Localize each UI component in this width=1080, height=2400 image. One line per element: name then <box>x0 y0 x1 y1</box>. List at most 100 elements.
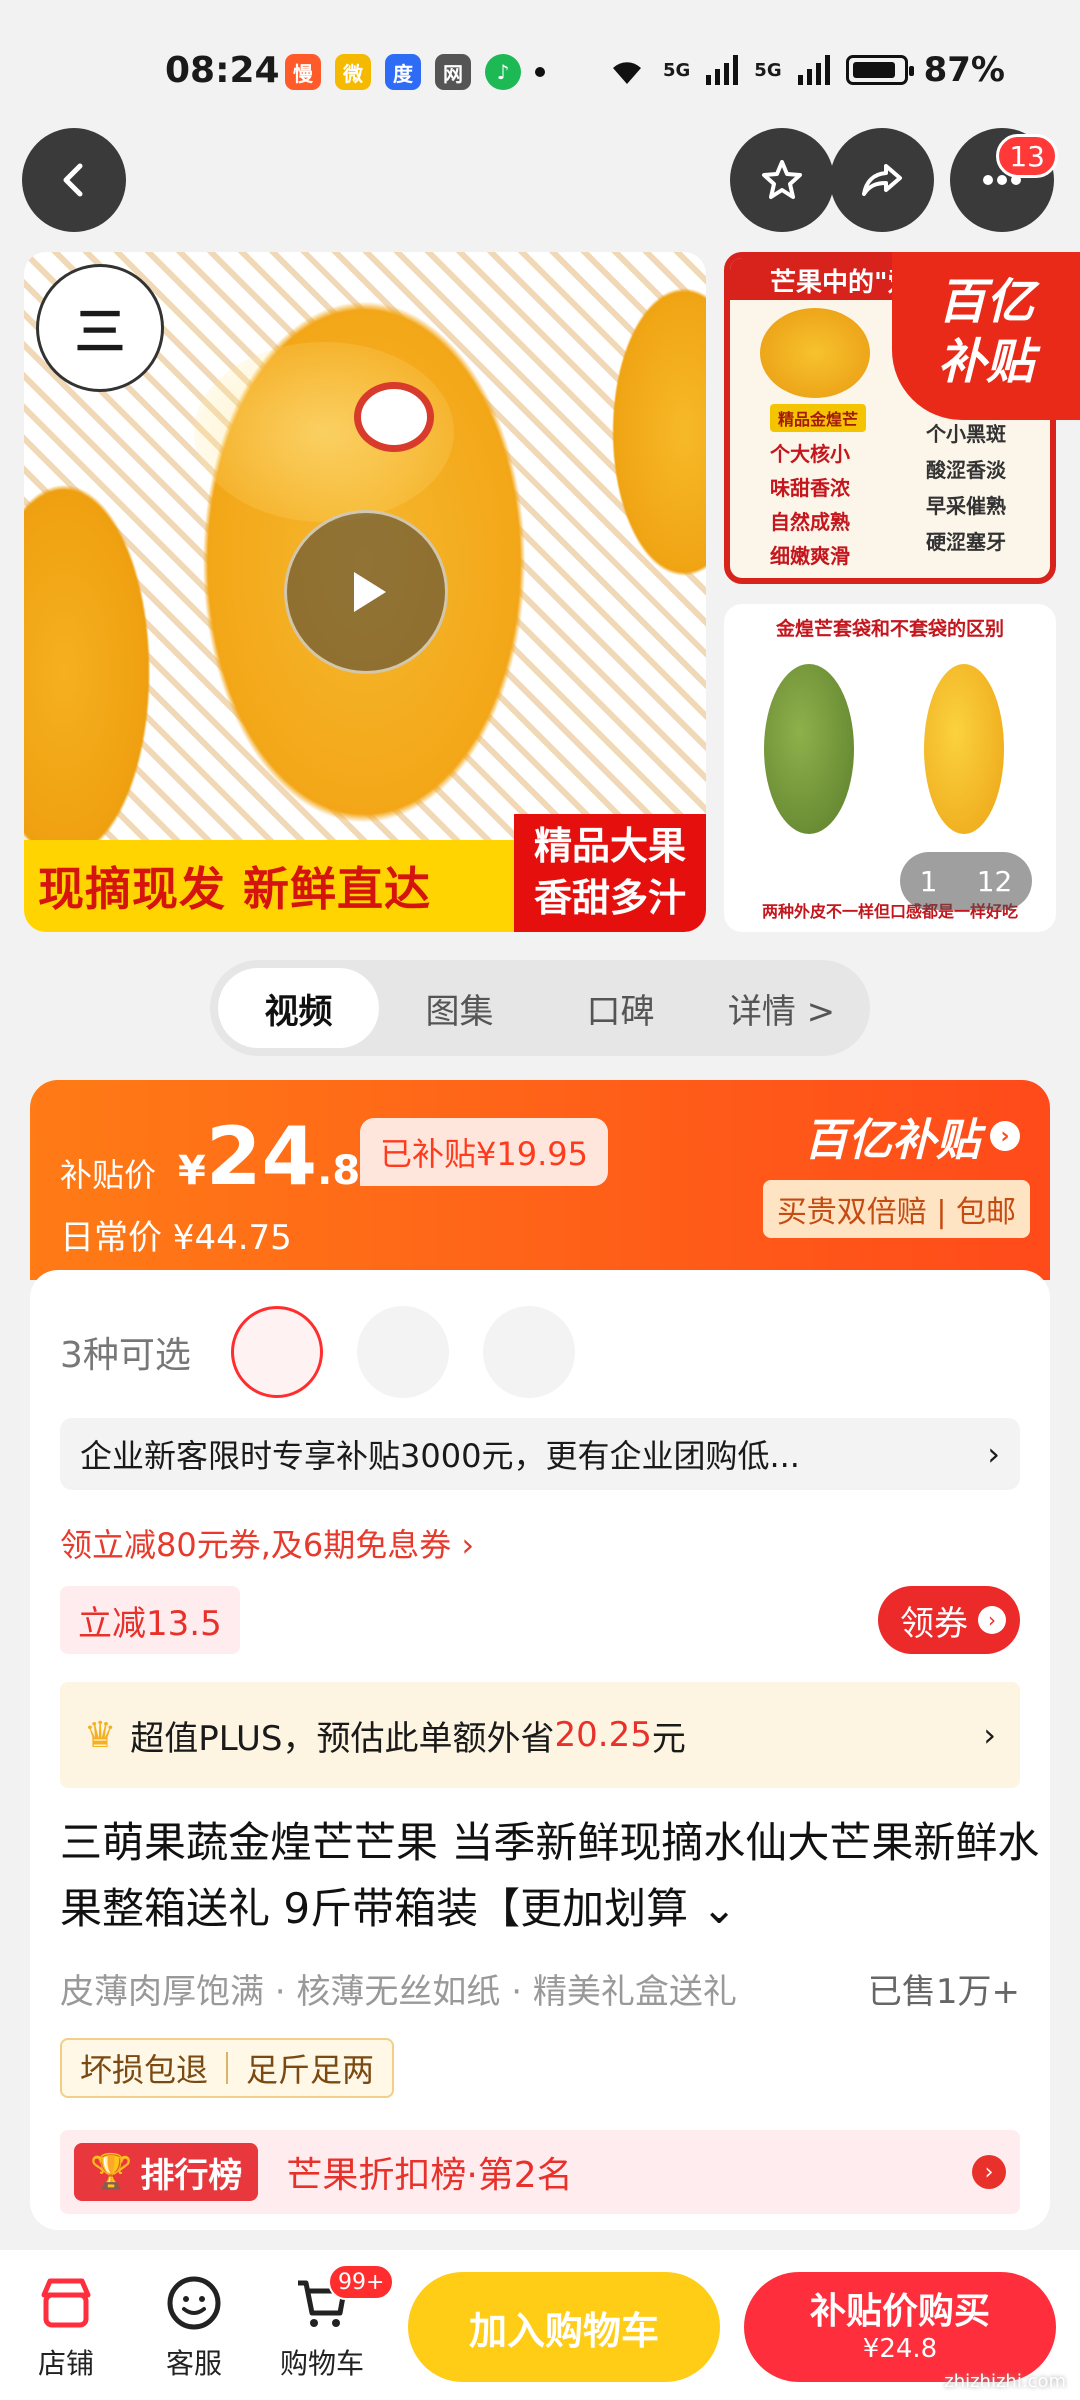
watermark-text: zhizhizhi.com <box>944 2371 1066 2392</box>
banner-premium-line1: 精品大果 <box>533 824 686 868</box>
tab-gallery[interactable]: 图集 <box>379 968 540 1048</box>
baidu-icon: 度 <box>385 54 421 90</box>
variant-swatch-3[interactable] <box>482 1306 575 1398</box>
buy-now-price: ¥24.8 <box>862 2334 938 2364</box>
buy-now-label: 补贴价购买 <box>809 2291 990 2332</box>
subsidy-price: ¥24.8 <box>178 1110 360 1203</box>
favorite-button[interactable] <box>730 128 834 232</box>
green-mango <box>764 664 854 834</box>
subsidy-corner-line1: 百亿 <box>937 274 1034 330</box>
product-title[interactable]: 三萌果蔬金煌芒芒果 当季新鲜现摘水仙大芒果新鲜水果整箱送礼 9斤带箱装【更加划算… <box>60 1810 1040 1942</box>
mango-thumbnail <box>760 308 870 398</box>
product-info-card: 3种可选 企业新客限时专享补贴3000元，更有企业团购低... › 领立减80元… <box>30 1270 1050 2230</box>
ranking-row[interactable]: 🏆 排行榜 芒果折扣榜·第2名 › <box>60 2130 1020 2214</box>
page-total: 12 <box>976 864 1013 898</box>
feature-right-2: 酸涩香淡 <box>926 458 1006 482</box>
customer-service-label: 客服 <box>165 2347 222 2380</box>
ranking-text: 芒果折扣榜·第2名 <box>286 2155 573 2196</box>
bottom-action-bar: 店铺 客服 购物车 99+ 加入购物车 补贴价购买 ¥24.8 zhizhizh… <box>0 2250 1080 2400</box>
wifi-icon <box>612 62 641 84</box>
netease-icon: 网 <box>435 54 471 90</box>
variant-swatch-1[interactable] <box>230 1306 323 1398</box>
price-card: 补贴价 ¥24.8 已补贴¥19.95 日常价 ¥44.75 百亿补贴 › 买贵… <box>30 1080 1050 1280</box>
billion-subsidy-link[interactable]: 百亿补贴 › <box>804 1104 1020 1168</box>
feature-right-4: 硬涩塞牙 <box>926 530 1006 554</box>
media-tabs: 视频 图集 口碑 详情 > <box>210 960 870 1056</box>
star-icon <box>762 160 802 199</box>
price-decimal: .8 <box>317 1148 361 1194</box>
customer-service-button[interactable]: 客服 <box>144 2270 244 2382</box>
play-icon <box>354 572 386 612</box>
chevron-right-icon: › <box>987 1435 1000 1473</box>
subsidy-price-label: 补贴价 <box>60 1156 157 1194</box>
subsidized-amount-badge: 已补贴¥19.95 <box>360 1118 608 1186</box>
music-icon: ♪ <box>485 54 521 90</box>
signal-5g-label-2: 5G <box>754 59 782 81</box>
back-button[interactable] <box>22 128 126 232</box>
page-current: 1 <box>919 864 938 898</box>
battery-icon <box>845 55 914 85</box>
chevron-left-icon <box>63 163 83 197</box>
share-button[interactable] <box>830 128 934 232</box>
plus-amount: 20.25 <box>554 1715 652 1755</box>
main-product-image[interactable]: 三 现摘现发 新鲜直达 精品大果 香甜多汁 <box>24 252 706 932</box>
banner-premium: 精品大果 香甜多汁 <box>514 814 706 932</box>
plus-suffix: 元 <box>651 1718 686 1759</box>
get-coupon-button[interactable]: 领券 › <box>878 1586 1020 1654</box>
crown-icon: ♛ <box>84 1714 117 1756</box>
status-bar: 08:24 慢 微 度 网 ♪ 5G 5G 87% <box>0 0 1080 140</box>
cart-button[interactable]: 购物车 99+ <box>272 2264 395 2382</box>
trophy-icon: 🏆 <box>90 2152 133 2192</box>
plus-text: 超值PLUS，预估此单额外省 <box>130 1718 555 1759</box>
status-time: 08:24 <box>165 50 280 91</box>
chevron-right-icon: › <box>972 2155 1006 2189</box>
tab-details[interactable]: 详情 > <box>701 968 862 1048</box>
chevron-right-icon: › <box>983 1716 996 1754</box>
plus-membership-row[interactable]: ♛ 超值PLUS，预估此单额外省 20.25 元 › <box>60 1682 1020 1788</box>
gallery-page-indicator: 1 12 <box>900 852 1032 910</box>
expand-title-chevron-icon[interactable]: ⌄ <box>701 1884 736 1933</box>
cart-count-badge: 99+ <box>328 2264 395 2300</box>
signal-icon <box>706 55 739 85</box>
enterprise-promo-text: 企业新客限时专享补贴3000元，更有企业团购低... <box>80 1437 800 1475</box>
instant-discount-badge: 立减13.5 <box>60 1586 240 1654</box>
feature-left-1: 个大核小 <box>770 442 850 466</box>
chevron-right-icon: › <box>990 1121 1020 1151</box>
subsidy-corner-line2: 补贴 <box>937 334 1034 390</box>
billion-subsidy-label: 百亿补贴 <box>804 1115 980 1166</box>
banner-premium-line2: 香甜多汁 <box>533 876 686 920</box>
chevron-right-icon: › <box>978 1606 1006 1634</box>
feature-left-3: 自然成熟 <box>770 510 850 534</box>
store-logo: 三 <box>36 264 164 392</box>
thumb-comparison-header: 金煌芒套袋和不套袋的区别 <box>775 618 1004 640</box>
store-icon <box>33 2270 99 2336</box>
currency-symbol: ¥ <box>178 1148 206 1194</box>
cart-label: 购物车 <box>279 2347 364 2380</box>
badge-damage-refund: 坏损包退 <box>80 2051 209 2089</box>
product-gallery[interactable]: 三 现摘现发 新鲜直达 精品大果 香甜多汁 芒果中的"爱 精品金煌芒 个大核小 … <box>0 252 1080 932</box>
thumb-label: 精品金煌芒 <box>770 404 867 432</box>
store-button[interactable]: 店铺 <box>16 2270 116 2382</box>
add-to-cart-button[interactable]: 加入购物车 <box>408 2272 720 2382</box>
buy-now-button[interactable]: 补贴价购买 ¥24.8 <box>744 2272 1056 2382</box>
enterprise-promo[interactable]: 企业新客限时专享补贴3000元，更有企业团购低... › <box>60 1418 1020 1490</box>
tab-video[interactable]: 视频 <box>218 968 379 1048</box>
price-integer: 24 <box>205 1110 318 1203</box>
feature-right-1: 个小黑斑 <box>926 422 1006 446</box>
tab-reviews[interactable]: 口碑 <box>540 968 701 1048</box>
play-video-button[interactable] <box>284 510 448 674</box>
battery-percent: 87% <box>923 50 1005 90</box>
fruit-sticker <box>354 382 434 452</box>
status-right: 5G 5G 87% <box>607 50 1005 90</box>
banner-fresh-picked: 现摘现发 新鲜直达 <box>24 840 514 932</box>
service-badges[interactable]: 坏损包退 足斤足两 <box>60 2038 395 2098</box>
feature-left-2: 味甜香浓 <box>770 476 850 500</box>
variant-swatch-2[interactable] <box>356 1306 449 1398</box>
sold-count: 已售1万+ <box>867 1972 1020 2012</box>
app-notification-icon: 慢 <box>285 54 321 90</box>
coupon-link[interactable]: 领立减80元券,及6期免息券 › <box>60 1520 474 1566</box>
get-coupon-label: 领券 <box>900 1603 968 1644</box>
share-arrow-icon <box>862 164 902 196</box>
product-title-text: 三萌果蔬金煌芒芒果 当季新鲜现摘水仙大芒果新鲜水果整箱送礼 9斤带箱装【更加划算 <box>60 1818 1040 1933</box>
signal-icon-2 <box>797 55 830 85</box>
